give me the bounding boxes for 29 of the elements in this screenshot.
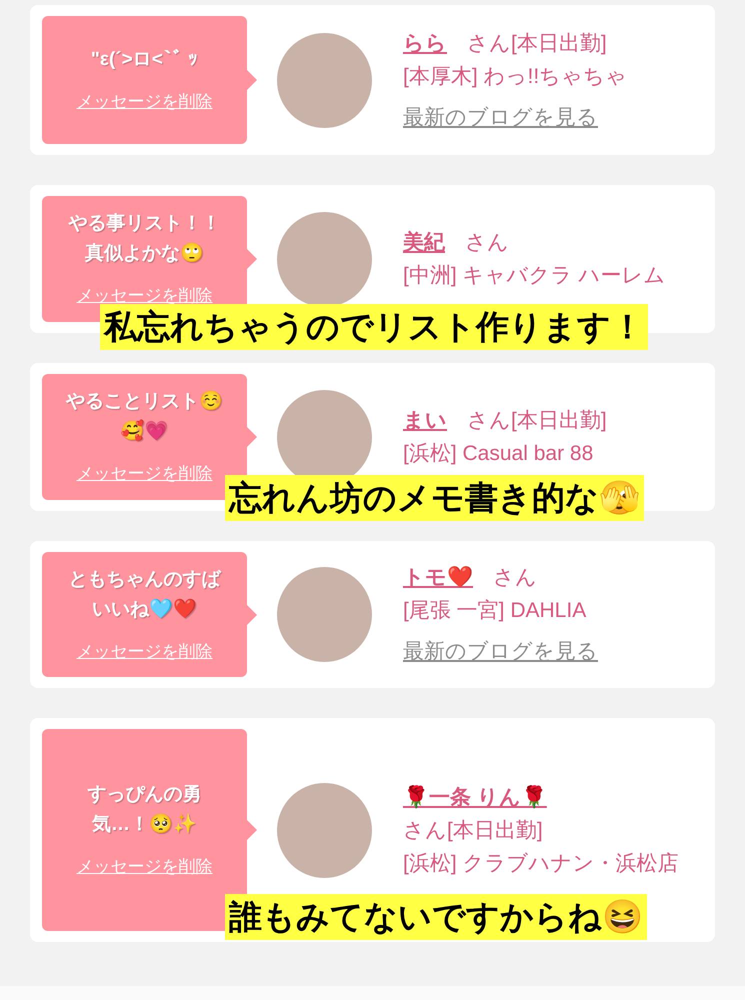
- profile-name-link[interactable]: らら: [403, 26, 447, 60]
- area-shop-name: [本厚木] わっ!!ちゃちゃ: [403, 64, 628, 90]
- area-shop-name: [浜松] クラブハナン・浜松店: [403, 850, 680, 876]
- honorific-status: さん[本日出勤]: [403, 818, 543, 844]
- blog-link[interactable]: 最新のブログを見る: [403, 100, 697, 134]
- caption-overlay: 忘れん坊のメモ書き的な🫣: [225, 475, 644, 521]
- caption-overlay: 私忘れちゃうのでリスト作ります！: [100, 304, 648, 350]
- honorific-status: さん[本日出勤]: [467, 30, 607, 56]
- area-shop-name: [浜松] Casual bar 88: [403, 441, 594, 467]
- delete-message-link[interactable]: メッセージを削除: [76, 638, 212, 664]
- area-shop-name: [尾張 一宮] DAHLIA: [403, 598, 588, 624]
- profile-name-link[interactable]: 🌹一条 りん🌹: [403, 780, 547, 814]
- message-text: やる事リスト！！真似よかな🙄: [67, 212, 222, 266]
- delete-message-link[interactable]: メッセージを削除: [76, 854, 212, 880]
- area-shop-name: [中洲] キャバクラ ハーレム: [403, 263, 666, 289]
- blog-link[interactable]: 最新のブログを見る: [403, 635, 697, 668]
- profile-name-link[interactable]: トモ❤: [403, 561, 473, 594]
- honorific-status: さん: [493, 565, 537, 591]
- message-text: "ε(´>ロ<`ﾞ ｯ: [90, 48, 198, 72]
- message-text: ともちゃんのすばいいね🩵❤: [68, 568, 222, 622]
- message-text: すっぴんの勇気…！🥺✨: [86, 783, 202, 838]
- delete-message-link[interactable]: メッセージを削除: [76, 89, 212, 115]
- message-text: やることリスト☺🥰💗: [64, 390, 224, 444]
- profile-name-link[interactable]: 美紀: [403, 226, 445, 259]
- honorific-status: さん: [465, 230, 509, 256]
- honorific-status: さん[本日出勤]: [467, 408, 607, 434]
- profile-name-link[interactable]: まい: [403, 404, 447, 437]
- caption-overlay: 誰もみてないですからね😆: [225, 894, 647, 940]
- delete-message-link[interactable]: メッセージを削除: [76, 461, 212, 487]
